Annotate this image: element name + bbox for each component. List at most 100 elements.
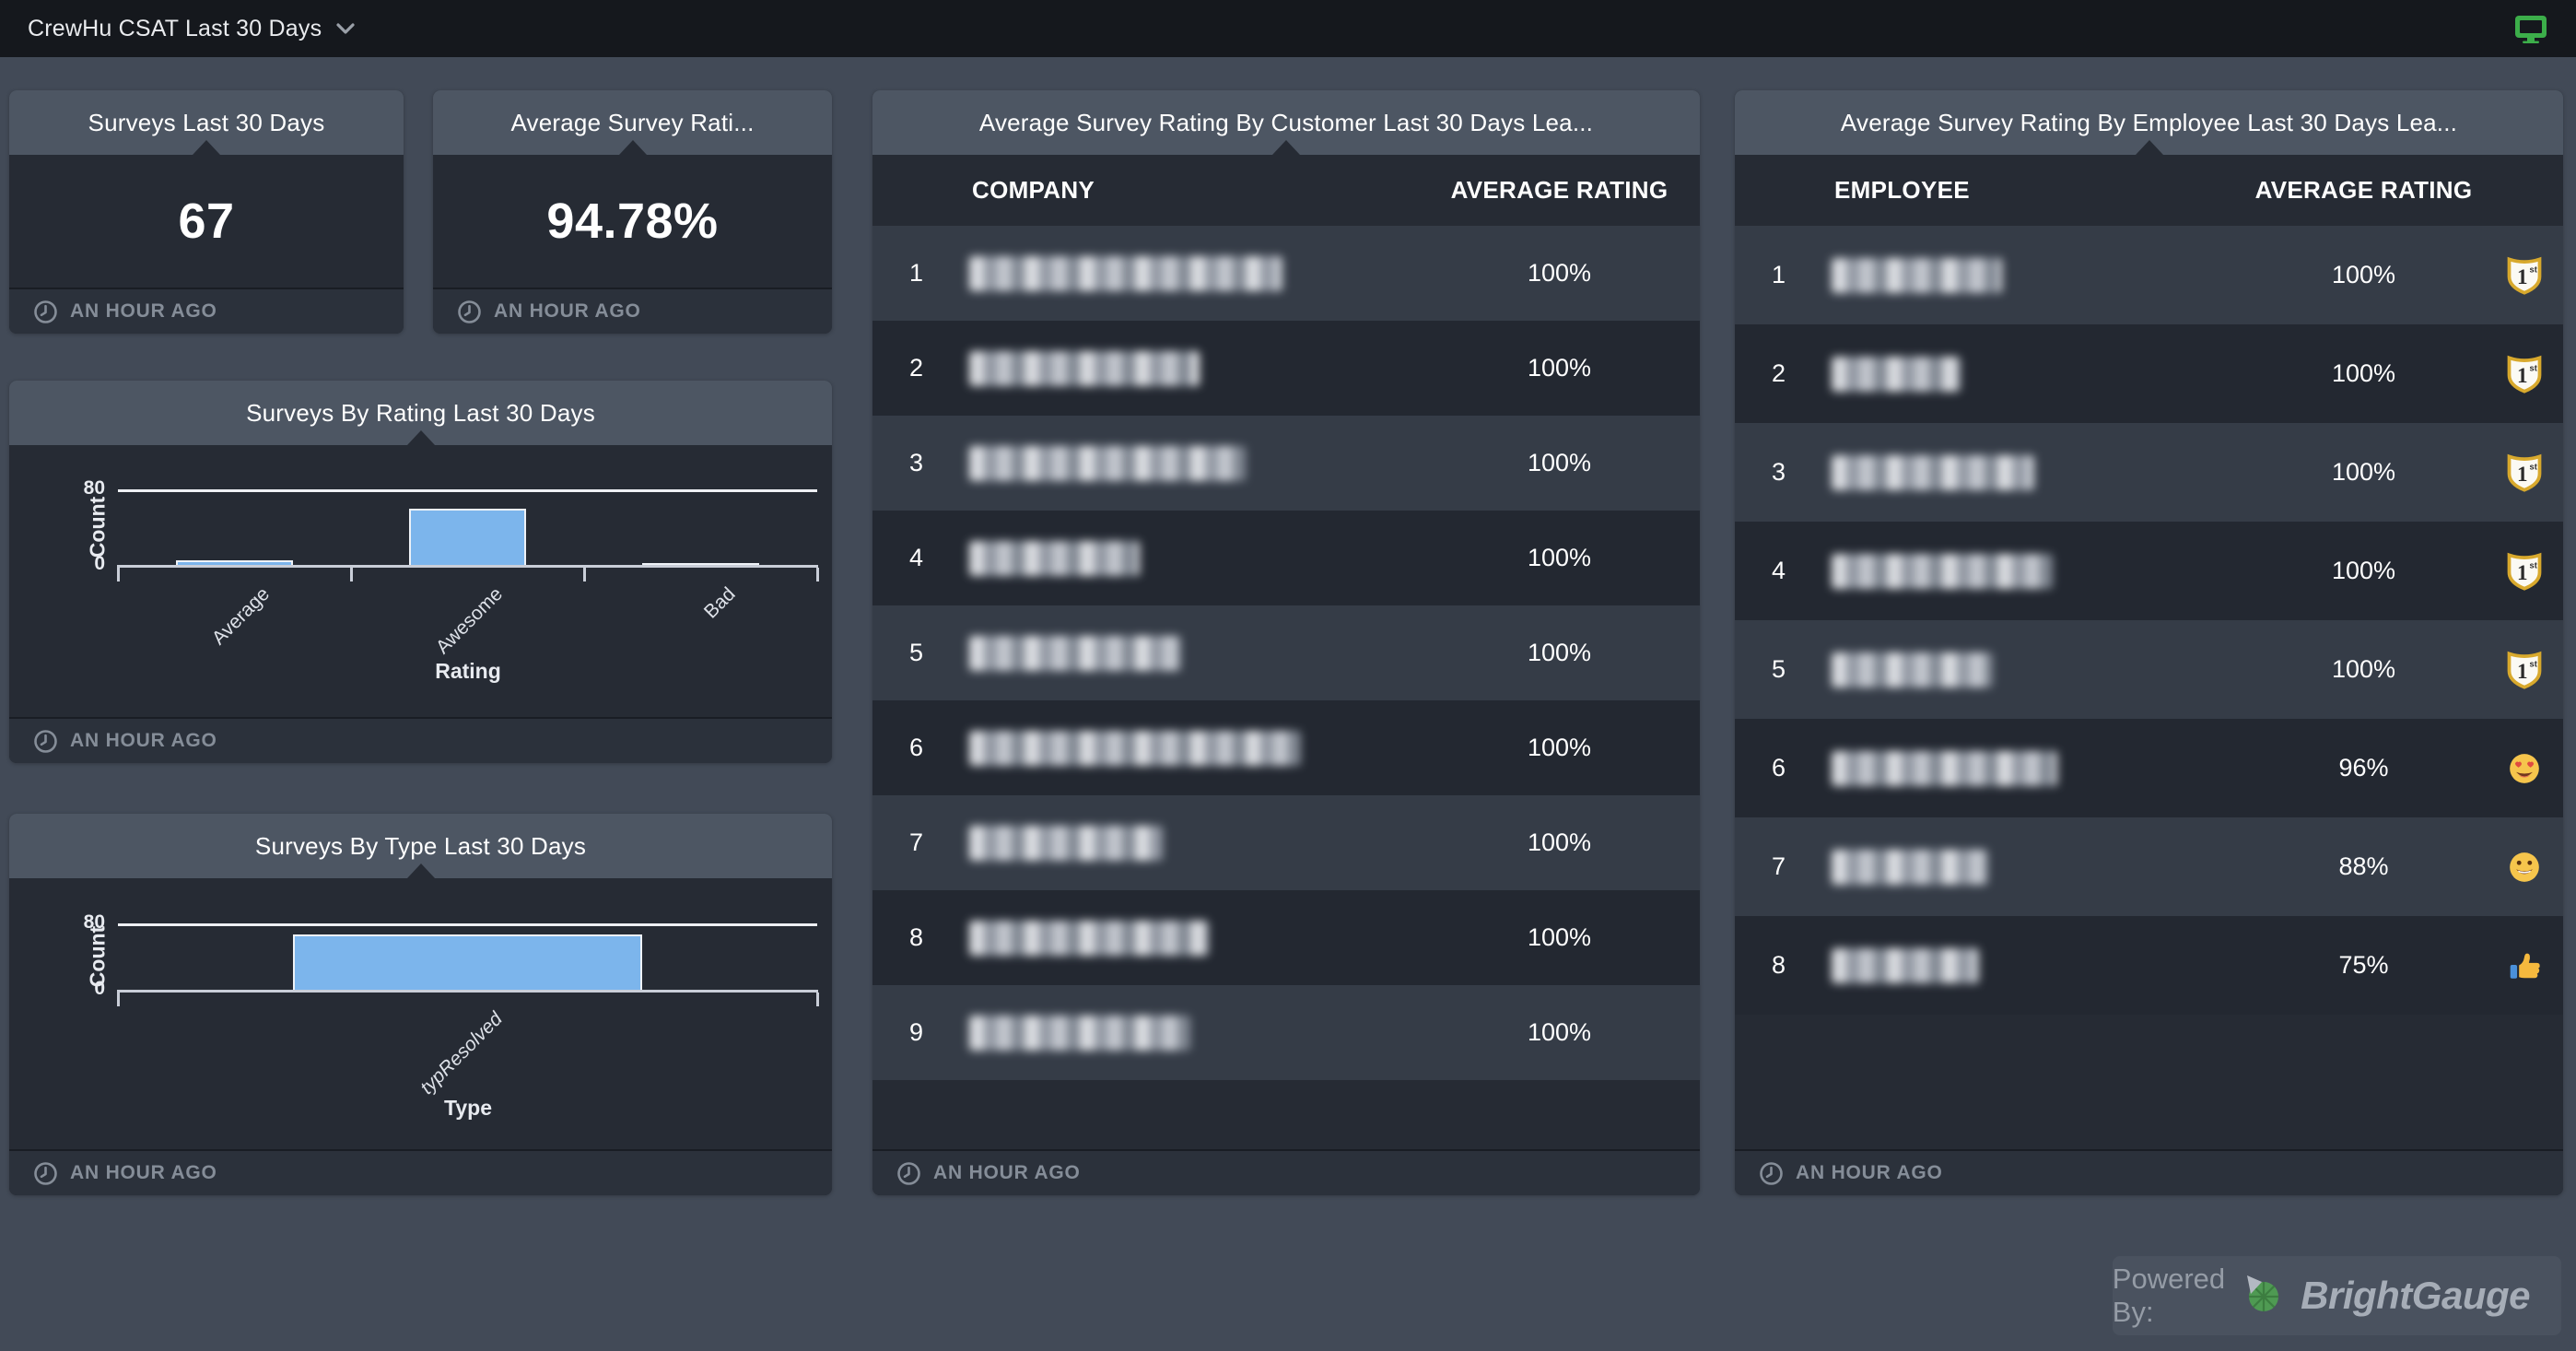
clock-icon	[896, 1161, 921, 1186]
svg-text:st: st	[2530, 560, 2537, 570]
rank-cell: 7	[872, 828, 969, 857]
redacted-name	[1832, 652, 1993, 687]
stat-value: 67	[9, 155, 404, 288]
table-row: 9100%	[872, 985, 1700, 1080]
svg-text:st: st	[2530, 659, 2537, 668]
name-cell	[969, 636, 1437, 671]
card-footer: AN HOUR AGO	[1735, 1149, 2563, 1195]
last-updated-label: AN HOUR AGO	[1796, 1162, 1943, 1184]
clock-icon	[33, 300, 58, 324]
rating-cell: 100%	[1437, 259, 1681, 288]
last-updated-label: AN HOUR AGO	[494, 300, 641, 323]
redacted-name	[969, 446, 1246, 481]
rank-cell: 1	[872, 259, 969, 288]
thumbs-up-icon	[2507, 948, 2542, 983]
redacted-name	[969, 826, 1163, 861]
rating-cell: 100%	[1437, 734, 1681, 762]
first-place-badge: 1st	[2506, 650, 2543, 690]
dashboard-title: CrewHu CSAT Last 30 Days	[28, 16, 322, 42]
y-tick-80: 80	[37, 911, 105, 934]
card-title-text: Surveys By Rating Last 30 Days	[246, 399, 595, 428]
column-header-average-rating: AVERAGE RATING	[2242, 176, 2486, 205]
rating-by-employee-card: Average Survey Rating By Employee Last 3…	[1735, 90, 2563, 1195]
rating-cell: 100%	[1437, 1018, 1681, 1047]
clock-icon	[1759, 1161, 1784, 1186]
name-cell	[1832, 357, 2242, 392]
redacted-name	[969, 351, 1200, 386]
powered-by-brightgauge[interactable]: Powered By: BrightGauge	[2113, 1256, 2561, 1335]
brightgauge-wordmark: BrightGauge	[2301, 1274, 2530, 1318]
redacted-name	[1832, 258, 2002, 293]
average-survey-rating-card: Average Survey Rati... 94.78% AN HOUR AG…	[433, 90, 832, 334]
rank-cell: 1	[1735, 261, 1832, 289]
table-row: 4100%1st	[1735, 522, 2563, 620]
name-cell	[969, 1016, 1437, 1051]
svg-text:st: st	[2530, 462, 2537, 471]
y-tick-0: 0	[37, 978, 105, 1000]
tv-mode-icon[interactable]	[2514, 15, 2548, 43]
table-row: 5100%	[872, 605, 1700, 700]
badge-cell: 1st	[2486, 255, 2563, 296]
card-title: Surveys By Type Last 30 Days	[9, 814, 832, 878]
card-title: Surveys By Rating Last 30 Days	[9, 381, 832, 445]
name-cell	[1832, 751, 2242, 786]
svg-text:st: st	[2530, 264, 2537, 274]
card-footer: AN HOUR AGO	[9, 717, 832, 763]
first-place-badge: 1st	[2506, 452, 2543, 493]
rank-cell: 6	[1735, 754, 1832, 782]
first-place-badge: 1st	[2506, 354, 2543, 394]
surveys-by-type-card: Surveys By Type Last 30 Days Count 80 0 …	[9, 814, 832, 1195]
card-title-text: Average Survey Rating By Customer Last 3…	[979, 109, 1593, 137]
surveys-last-30-days-card: Surveys Last 30 Days 67 AN HOUR AGO	[9, 90, 404, 334]
y-tick-0: 0	[37, 553, 105, 575]
rating-cell: 100%	[2242, 458, 2486, 487]
svg-text:1: 1	[2517, 264, 2528, 288]
rating-cell: 100%	[1437, 639, 1681, 667]
heart-eyes-icon	[2507, 751, 2542, 786]
badge-cell	[2486, 948, 2563, 983]
table-row: 696%	[1735, 719, 2563, 817]
rank-cell: 8	[1735, 951, 1832, 980]
rank-cell: 2	[872, 354, 969, 382]
card-title-text: Surveys By Type Last 30 Days	[255, 832, 586, 861]
rating-cell: 100%	[1437, 354, 1681, 382]
first-place-badge: 1st	[2506, 551, 2543, 592]
redacted-name	[969, 541, 1140, 576]
category-label: typResolved	[416, 1008, 508, 1099]
category-label: Awesome	[432, 583, 508, 659]
badge-cell: 1st	[2486, 650, 2563, 690]
name-cell	[969, 256, 1437, 291]
redacted-name	[969, 636, 1181, 671]
table-empty-space	[1735, 1015, 2563, 1149]
rank-cell: 7	[1735, 852, 1832, 881]
name-cell	[969, 351, 1437, 386]
rank-cell: 3	[1735, 458, 1832, 487]
svg-text:1: 1	[2517, 362, 2528, 386]
category-label: Bad	[700, 583, 740, 623]
dashboard-selector[interactable]: CrewHu CSAT Last 30 Days	[28, 16, 355, 42]
gridline-80	[118, 923, 817, 926]
rating-cell: 75%	[2242, 951, 2486, 980]
card-title: Average Survey Rati...	[433, 90, 832, 155]
rank-cell: 3	[872, 449, 969, 477]
table-row: 8100%	[872, 890, 1700, 985]
table-row: 8 75%	[1735, 916, 2563, 1015]
rating-cell: 100%	[1437, 449, 1681, 477]
x-axis-tick	[816, 568, 819, 582]
brightgauge-gauge-icon	[2240, 1273, 2286, 1319]
rank-cell: 2	[1735, 359, 1832, 388]
card-title-text: Surveys Last 30 Days	[88, 109, 325, 137]
table-row: 2100%1st	[1735, 324, 2563, 423]
powered-by-label: Powered By:	[2113, 1263, 2225, 1329]
stat-value: 94.78%	[433, 155, 832, 288]
name-cell	[1832, 850, 2242, 885]
table-row: 4100%	[872, 511, 1700, 605]
name-cell	[969, 826, 1437, 861]
column-header-employee: EMPLOYEE	[1735, 176, 2242, 205]
card-footer: AN HOUR AGO	[433, 288, 832, 334]
badge-cell: 1st	[2486, 551, 2563, 592]
redacted-name	[969, 1016, 1190, 1051]
card-title: Average Survey Rating By Employee Last 3…	[1735, 90, 2563, 155]
card-title-text: Average Survey Rating By Employee Last 3…	[1841, 109, 2457, 137]
rank-cell: 5	[1735, 655, 1832, 684]
